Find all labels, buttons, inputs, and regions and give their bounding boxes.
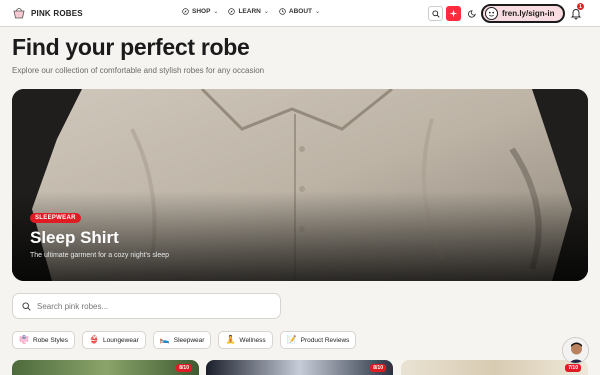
clock-icon [279, 8, 286, 15]
bed-icon: 🛌 [159, 335, 170, 344]
hero-description: The ultimate garment for a cozy night's … [30, 252, 170, 259]
sign-in-pill[interactable]: fren.ly/sign-in [481, 4, 565, 23]
category-chips: 👘 Robe Styles 👙 Loungewear 🛌 Sleepwear 🧘… [12, 331, 357, 349]
mascot-avatar-icon [485, 7, 498, 20]
chip-label: Wellness [239, 336, 266, 344]
moon-icon [467, 9, 476, 18]
category-badge: SLEEPWEAR [30, 213, 81, 223]
menu-about[interactable]: ABOUT ⌄ [279, 8, 320, 15]
ai-sparkle-button[interactable] [446, 6, 461, 21]
brand-name: PINK ROBES [31, 8, 83, 18]
hero-title: Sleep Shirt [30, 228, 119, 247]
search-bar [12, 293, 281, 319]
chip-wellness[interactable]: 🧘 Wellness [218, 331, 273, 349]
product-card[interactable]: 8/10 [12, 360, 199, 375]
notification-badge: 1 [577, 3, 584, 10]
menu-learn[interactable]: LEARN ⌄ [228, 8, 269, 15]
search-icon [431, 9, 440, 18]
search-button[interactable] [428, 6, 443, 21]
basket-logo-icon [13, 8, 25, 19]
brand-link[interactable]: PINK ROBES [12, 6, 83, 20]
chip-robe-styles[interactable]: 👘 Robe Styles [12, 331, 76, 349]
chip-sleepwear[interactable]: 🛌 Sleepwear [152, 331, 212, 349]
chip-label: Loungewear [102, 336, 139, 344]
chat-avatar-button[interactable] [562, 337, 589, 364]
search-icon [22, 301, 31, 311]
featured-hero-card[interactable]: SLEEPWEAR Sleep Shirt The ultimate garme… [12, 89, 588, 281]
compass-icon [182, 8, 189, 15]
chip-loungewear[interactable]: 👙 Loungewear [82, 331, 146, 349]
chevron-down-icon: ⌄ [213, 9, 219, 15]
person-avatar-icon [563, 338, 588, 363]
search-input[interactable] [37, 301, 257, 311]
swimsuit-icon: 👙 [89, 335, 99, 344]
page-subtitle: Explore our collection of comfortable an… [12, 66, 265, 75]
main-menu: SHOP ⌄ LEARN ⌄ ABOUT ⌄ [182, 8, 320, 15]
score-badge: 8/10 [370, 364, 386, 372]
top-navbar: PINK ROBES SHOP ⌄ LEARN ⌄ ABOUT ⌄ fren.l… [0, 0, 600, 27]
product-card[interactable]: 7/10 [401, 360, 588, 375]
chevron-down-icon: ⌄ [314, 9, 321, 15]
score-badge: 7/10 [565, 364, 581, 372]
sparkle-icon [449, 9, 458, 18]
chevron-down-icon: ⌄ [263, 9, 269, 15]
memo-icon: 📝 [286, 335, 297, 344]
theme-toggle[interactable] [464, 6, 479, 21]
kimono-icon: 👘 [19, 335, 29, 344]
menu-shop-label: SHOP [192, 8, 211, 15]
menu-shop[interactable]: SHOP ⌄ [182, 8, 218, 15]
meditation-icon: 🧘 [225, 335, 236, 344]
menu-learn-label: LEARN [238, 8, 261, 15]
product-card[interactable]: 8/10 [206, 360, 393, 375]
menu-about-label: ABOUT [288, 8, 312, 15]
chip-product-reviews[interactable]: 📝 Product Reviews [279, 331, 357, 349]
chip-label: Robe Styles [32, 336, 69, 344]
compass-icon [228, 8, 236, 15]
sign-in-label: fren.ly/sign-in [502, 9, 555, 18]
score-badge: 8/10 [176, 364, 192, 372]
chip-label: Product Reviews [300, 336, 350, 344]
chip-label: Sleepwear [173, 336, 205, 344]
page-title: Find your perfect robe [12, 34, 250, 60]
